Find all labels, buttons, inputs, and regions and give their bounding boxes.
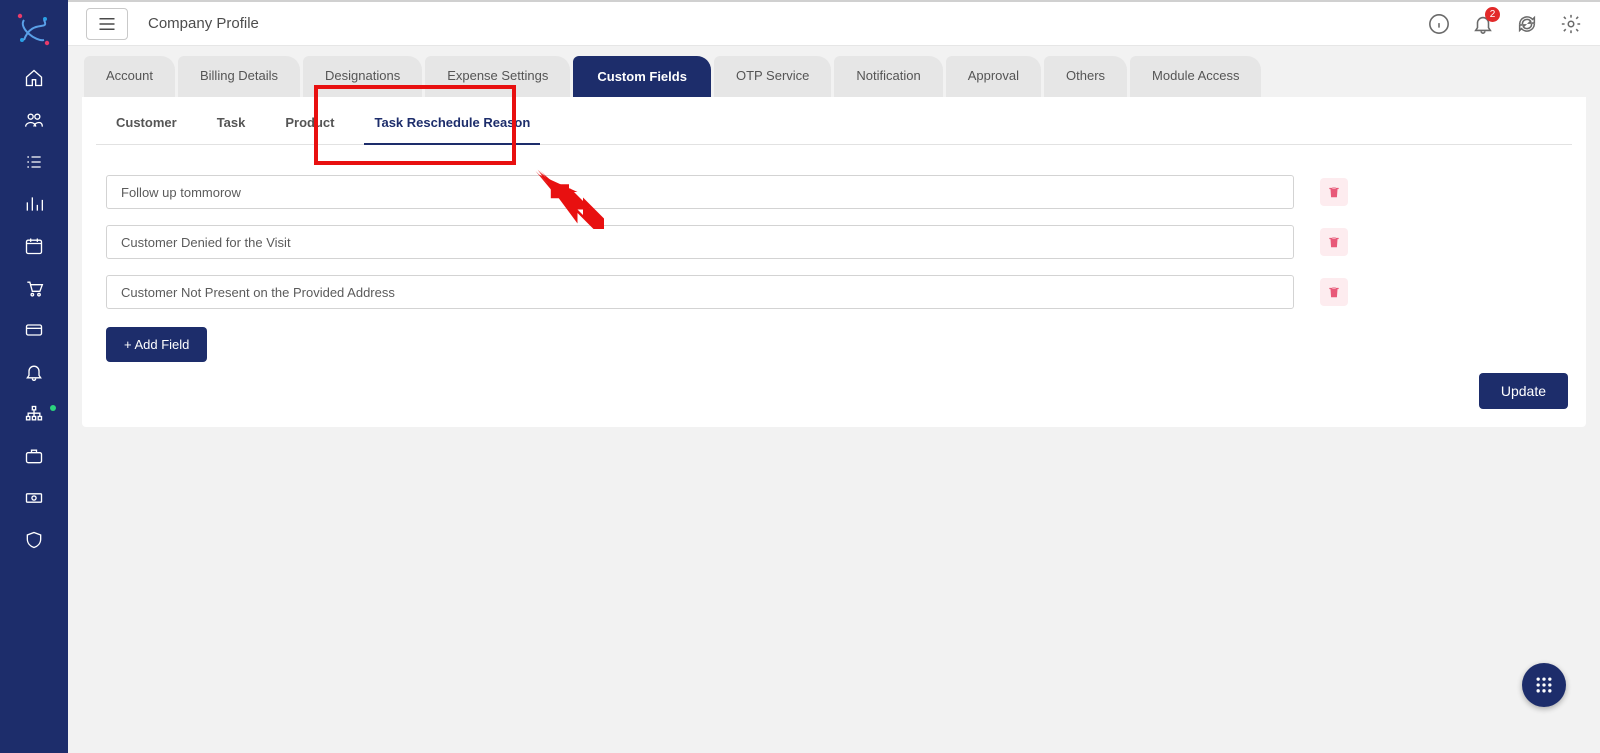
- nav-cart[interactable]: [0, 267, 68, 309]
- tab-module-access[interactable]: Module Access: [1130, 56, 1261, 97]
- top-header: Company Profile 2: [68, 0, 1600, 46]
- tab-notification[interactable]: Notification: [834, 56, 942, 97]
- tab-designations[interactable]: Designations: [303, 56, 422, 97]
- hamburger-button[interactable]: [86, 8, 128, 40]
- secondary-tabs: Customer Task Product Task Reschedule Re…: [96, 97, 1572, 145]
- tab-account[interactable]: Account: [84, 56, 175, 97]
- content-card: Customer Task Product Task Reschedule Re…: [82, 97, 1586, 427]
- nav-shield[interactable]: [0, 519, 68, 561]
- tab-others[interactable]: Others: [1044, 56, 1127, 97]
- nav-analytics[interactable]: [0, 183, 68, 225]
- page-title: Company Profile: [148, 15, 259, 32]
- nav-briefcase[interactable]: [0, 435, 68, 477]
- delete-button-1[interactable]: [1320, 178, 1348, 206]
- primary-tabs: Account Billing Details Designations Exp…: [68, 46, 1600, 97]
- subtab-task-reschedule-reason[interactable]: Task Reschedule Reason: [354, 97, 550, 144]
- tab-billing-details[interactable]: Billing Details: [178, 56, 300, 97]
- nav-tasks[interactable]: [0, 141, 68, 183]
- notifications-icon[interactable]: 2: [1472, 13, 1494, 35]
- settings-icon[interactable]: [1560, 13, 1582, 35]
- notification-badge: 2: [1485, 7, 1500, 22]
- delete-button-2[interactable]: [1320, 228, 1348, 256]
- tab-custom-fields[interactable]: Custom Fields: [573, 56, 711, 97]
- subtab-product[interactable]: Product: [265, 97, 354, 144]
- nav-org-indicator: [50, 405, 56, 411]
- nav-card[interactable]: [0, 309, 68, 351]
- subtab-customer[interactable]: Customer: [96, 97, 197, 144]
- tab-approval[interactable]: Approval: [946, 56, 1041, 97]
- nav-org[interactable]: [0, 393, 68, 435]
- refresh-icon[interactable]: [1516, 13, 1538, 35]
- app-logo: [0, 2, 68, 57]
- reason-input-1[interactable]: [106, 175, 1294, 209]
- header-actions: 2: [1428, 13, 1582, 35]
- field-row: [106, 275, 1562, 309]
- field-row: [106, 175, 1562, 209]
- nav-home[interactable]: [0, 57, 68, 99]
- field-row: [106, 225, 1562, 259]
- nav-calendar[interactable]: [0, 225, 68, 267]
- nav-users[interactable]: [0, 99, 68, 141]
- nav-bell[interactable]: [0, 351, 68, 393]
- fields-list: [82, 145, 1586, 309]
- update-button[interactable]: Update: [1479, 373, 1568, 409]
- tab-expense-settings[interactable]: Expense Settings: [425, 56, 570, 97]
- left-sidebar: [0, 0, 68, 753]
- tab-otp-service[interactable]: OTP Service: [714, 56, 831, 97]
- nav-money[interactable]: [0, 477, 68, 519]
- reason-input-3[interactable]: [106, 275, 1294, 309]
- delete-button-3[interactable]: [1320, 278, 1348, 306]
- subtab-task[interactable]: Task: [197, 97, 266, 144]
- add-field-button[interactable]: + Add Field: [106, 327, 207, 362]
- main-area: Company Profile 2 Account Billing Detail…: [68, 0, 1600, 753]
- reason-input-2[interactable]: [106, 225, 1294, 259]
- info-icon[interactable]: [1428, 13, 1450, 35]
- fab-apps-button[interactable]: [1522, 663, 1566, 707]
